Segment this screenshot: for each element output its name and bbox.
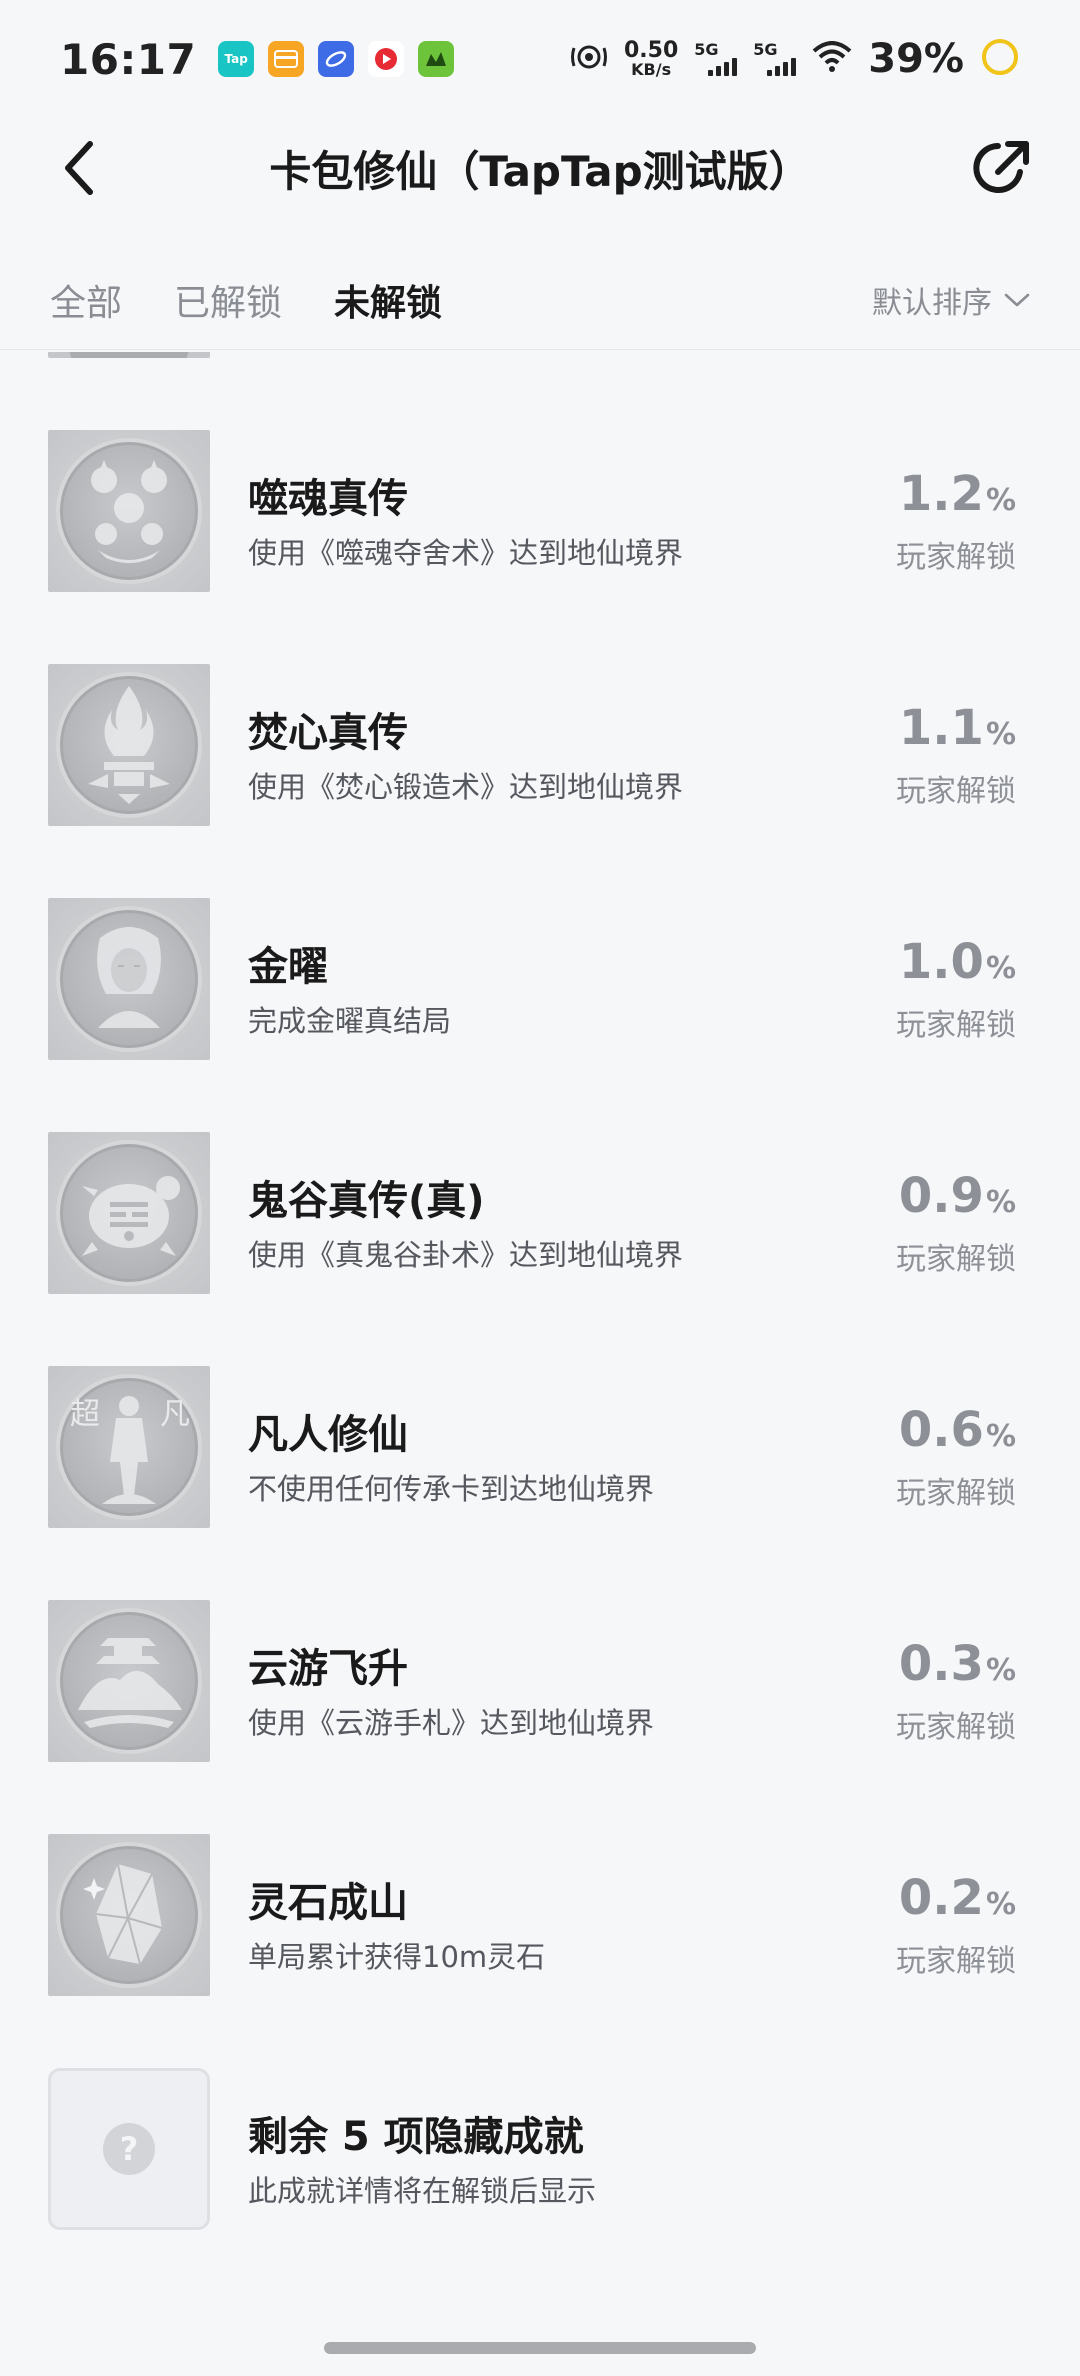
turtle-bagua-badge-icon xyxy=(48,1132,210,1294)
partial-badge xyxy=(48,352,210,358)
achievement-desc: 使用《真鬼谷卦术》达到地仙境界 xyxy=(248,1238,684,1272)
unlock-label: 玩家解锁 xyxy=(896,1944,1016,1979)
flame-forge-badge-icon xyxy=(48,664,210,826)
unlock-label: 玩家解锁 xyxy=(896,1242,1016,1277)
mortal-figure-badge-icon: 超凡 xyxy=(48,1366,210,1528)
unlock-percent: 1.2% xyxy=(898,466,1016,522)
achievement-name: 金曜 xyxy=(248,944,328,990)
network-speed: 0.50 KB/s xyxy=(623,38,679,79)
hidden-achievements-item: ? 剩余 5 项隐藏成就 此成就详情将在解锁后显示 xyxy=(0,2068,1080,2230)
tab-locked[interactable]: 未解锁 xyxy=(334,274,442,326)
achievement-desc: 使用《焚心锻造术》达到地仙境界 xyxy=(248,770,684,804)
unlock-percent: 0.2% xyxy=(898,1870,1016,1926)
chevron-down-icon xyxy=(1004,293,1030,306)
home-indicator[interactable] xyxy=(324,2342,756,2354)
unlock-percent: 0.6% xyxy=(898,1402,1016,1458)
list-item[interactable]: 焚心真传 使用《焚心锻造术》达到地仙境界 1.1% 玩家解锁 xyxy=(0,664,1080,826)
page-title: 卡包修仙（TapTap测试版） xyxy=(269,146,811,196)
unlock-percent: 1.0% xyxy=(898,934,1016,990)
badge-glyph-left: 超 xyxy=(70,1397,100,1432)
list-item[interactable]: 云游飞升 使用《云游手札》达到地仙境界 0.3% 玩家解锁 xyxy=(0,1600,1080,1762)
achievement-desc: 使用《噬魂夺舍术》达到地仙境界 xyxy=(248,536,684,570)
hidden-achievements-title: 剩余 5 项隐藏成就 xyxy=(248,2114,584,2160)
unlock-label: 玩家解锁 xyxy=(896,540,1016,575)
achievement-name: 云游飞升 xyxy=(248,1646,408,1692)
list-item[interactable]: 噬魂真传 使用《噬魂夺舍术》达到地仙境界 1.2% 玩家解锁 xyxy=(0,430,1080,592)
status-indicators: 0.50 KB/s 5G 5G 39% xyxy=(570,36,1020,82)
sim1-signal: 5G xyxy=(694,42,738,76)
sim2-signal: 5G xyxy=(753,42,797,76)
hidden-achievements-desc: 此成就详情将在解锁后显示 xyxy=(248,2174,597,2208)
signal-bars-icon xyxy=(767,58,797,76)
status-bar: 16:17 Tap 0.50 KB/s 5G 5G 39% xyxy=(0,0,1080,118)
nfc-icon xyxy=(570,40,608,78)
unlock-percent: 0.3% xyxy=(898,1636,1016,1692)
achievement-desc: 使用《云游手札》达到地仙境界 xyxy=(248,1706,655,1740)
mountain-pavilion-badge-icon xyxy=(48,1600,210,1762)
achievement-name: 凡人修仙 xyxy=(248,1412,408,1458)
sort-label: 默认排序 xyxy=(872,285,992,321)
unlock-label: 玩家解锁 xyxy=(896,774,1016,809)
achievement-name: 噬魂真传 xyxy=(248,476,408,522)
battery-ring-icon xyxy=(980,37,1020,81)
achievement-name: 鬼谷真传(真) xyxy=(248,1178,485,1224)
page-header: 卡包修仙（TapTap测试版） xyxy=(0,118,1080,218)
signal-bars-icon xyxy=(708,58,738,76)
unlock-label: 玩家解锁 xyxy=(896,1008,1016,1043)
game-icon xyxy=(418,41,455,77)
notification-app-icons: Tap xyxy=(218,41,455,77)
tab-all[interactable]: 全部 xyxy=(50,274,122,326)
unlock-percent: 0.9% xyxy=(898,1168,1016,1224)
taptap-icon: Tap xyxy=(218,41,255,77)
unlock-label: 玩家解锁 xyxy=(896,1710,1016,1745)
filter-tabs: 全部 已解锁 未解锁 默认排序 xyxy=(0,250,1080,350)
list-item[interactable]: 金曜 完成金曜真结局 1.0% 玩家解锁 xyxy=(0,898,1080,1060)
badge-glyph-right: 凡 xyxy=(160,1397,190,1432)
sort-dropdown[interactable]: 默认排序 xyxy=(872,278,1030,322)
wifi-icon xyxy=(812,41,852,77)
browser-icon xyxy=(318,41,355,77)
battery-percent: 39% xyxy=(868,36,964,82)
unlock-percent: 1.1% xyxy=(898,700,1016,756)
share-icon xyxy=(973,141,1029,193)
share-button[interactable] xyxy=(968,136,1034,202)
soul-devour-badge-icon xyxy=(48,430,210,592)
list-item[interactable]: 灵石成山 单局累计获得10m灵石 0.2% 玩家解锁 xyxy=(0,1834,1080,1996)
question-mark-icon: ? xyxy=(103,2123,155,2175)
achievement-list: 噬魂真传 使用《噬魂夺舍术》达到地仙境界 1.2% 玩家解锁 焚心真传 使用《焚… xyxy=(0,352,1080,2252)
achievement-desc: 不使用任何传承卡到达地仙境界 xyxy=(248,1472,655,1506)
status-time: 16:17 xyxy=(60,34,197,84)
achievement-desc: 完成金曜真结局 xyxy=(248,1004,452,1038)
video-icon xyxy=(368,41,405,77)
list-item[interactable]: 超凡 凡人修仙 不使用任何传承卡到达地仙境界 0.6% 玩家解锁 xyxy=(0,1366,1080,1528)
list-item[interactable]: 鬼谷真传(真) 使用《真鬼谷卦术》达到地仙境界 0.9% 玩家解锁 xyxy=(0,1132,1080,1294)
achievement-desc: 单局累计获得10m灵石 xyxy=(248,1940,546,1974)
achievement-name: 焚心真传 xyxy=(248,710,408,756)
tab-unlocked[interactable]: 已解锁 xyxy=(174,274,282,326)
unlock-label: 玩家解锁 xyxy=(896,1476,1016,1511)
hidden-badge: ? xyxy=(48,2068,210,2230)
achievement-name: 灵石成山 xyxy=(248,1880,408,1926)
portrait-badge-icon xyxy=(48,898,210,1060)
crystal-badge-icon xyxy=(48,1834,210,1996)
wallet-icon xyxy=(268,41,305,77)
